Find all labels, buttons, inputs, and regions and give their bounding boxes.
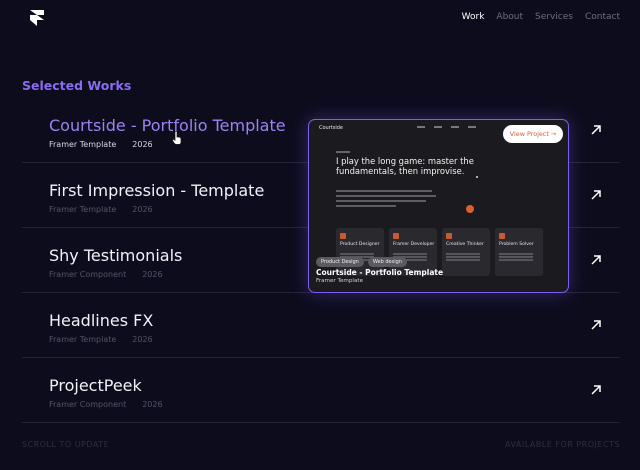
preview-orange-dot xyxy=(466,205,474,213)
work-title: Headlines FX xyxy=(49,311,154,330)
work-title: First Impression - Template xyxy=(49,181,265,200)
work-meta: Framer Component 2026 xyxy=(49,270,163,279)
arrow-up-right-icon[interactable] xyxy=(590,189,602,201)
project-preview-card[interactable]: Courtside I play the long game: master t… xyxy=(308,119,569,293)
preview-card: Creative Thinker xyxy=(442,228,490,276)
preview-subcaption: Framer Template xyxy=(316,278,364,284)
preview-tags: Product Design Web design xyxy=(316,257,407,267)
nav-about[interactable]: About xyxy=(496,12,523,22)
work-meta: Framer Template 2026 xyxy=(49,140,153,149)
tag: Web design xyxy=(367,257,407,267)
nav-services[interactable]: Services xyxy=(535,12,573,22)
view-project-button[interactable]: View Project → xyxy=(503,125,563,143)
work-type: Framer Template xyxy=(49,335,117,344)
work-row-headlines-fx[interactable]: Headlines FX Framer Template 2026 xyxy=(22,293,620,358)
work-title: Shy Testimonials xyxy=(49,246,183,265)
preview-card-icon xyxy=(340,233,346,239)
section-title: Selected Works xyxy=(22,78,132,93)
framer-logo-icon[interactable] xyxy=(30,10,44,26)
arrow-up-right-icon[interactable] xyxy=(590,319,602,331)
arrow-up-right-icon[interactable] xyxy=(590,384,602,396)
nav-work[interactable]: Work xyxy=(462,12,485,22)
preview-card-icon xyxy=(393,233,399,239)
preview-caption: Courtside - Portfolio Template xyxy=(316,268,444,277)
preview-card-icon xyxy=(446,233,452,239)
arrow-up-right-icon[interactable] xyxy=(590,124,602,136)
preview-card: Problem Solver xyxy=(495,228,543,276)
footer-scroll-hint: SCROLL TO UPDATE xyxy=(22,440,110,449)
tag: Product Design xyxy=(316,257,364,267)
preview-body-lines xyxy=(336,190,436,210)
nav-contact[interactable]: Contact xyxy=(585,12,620,22)
work-type: Framer Template xyxy=(49,140,117,149)
work-title: Courtside - Portfolio Template xyxy=(49,116,286,135)
arrow-up-right-icon[interactable] xyxy=(590,254,602,266)
work-type: Framer Component xyxy=(49,270,127,279)
work-type: Framer Template xyxy=(49,205,117,214)
work-year: 2026 xyxy=(142,270,163,279)
preview-site-name: Courtside xyxy=(319,125,343,131)
work-year: 2026 xyxy=(142,400,163,409)
top-nav: Work About Services Contact xyxy=(462,12,620,22)
work-row-projectpeek[interactable]: ProjectPeek Framer Component 2026 xyxy=(22,358,620,423)
preview-headline: I play the long game: master the fundame… xyxy=(336,156,474,176)
work-year: 2026 xyxy=(132,140,153,149)
preview-dot-small xyxy=(476,176,478,178)
preview-kicker xyxy=(336,151,350,153)
preview-nav xyxy=(417,126,476,128)
work-meta: Framer Template 2026 xyxy=(49,335,153,344)
work-year: 2026 xyxy=(132,205,153,214)
hand-cursor-icon xyxy=(172,131,182,145)
work-meta: Framer Template 2026 xyxy=(49,205,153,214)
work-title: ProjectPeek xyxy=(49,376,142,395)
work-type: Framer Component xyxy=(49,400,127,409)
preview-card-icon xyxy=(499,233,505,239)
work-year: 2026 xyxy=(132,335,153,344)
work-meta: Framer Component 2026 xyxy=(49,400,163,409)
footer-availability: AVAILABLE FOR PROJECTS xyxy=(504,440,620,449)
